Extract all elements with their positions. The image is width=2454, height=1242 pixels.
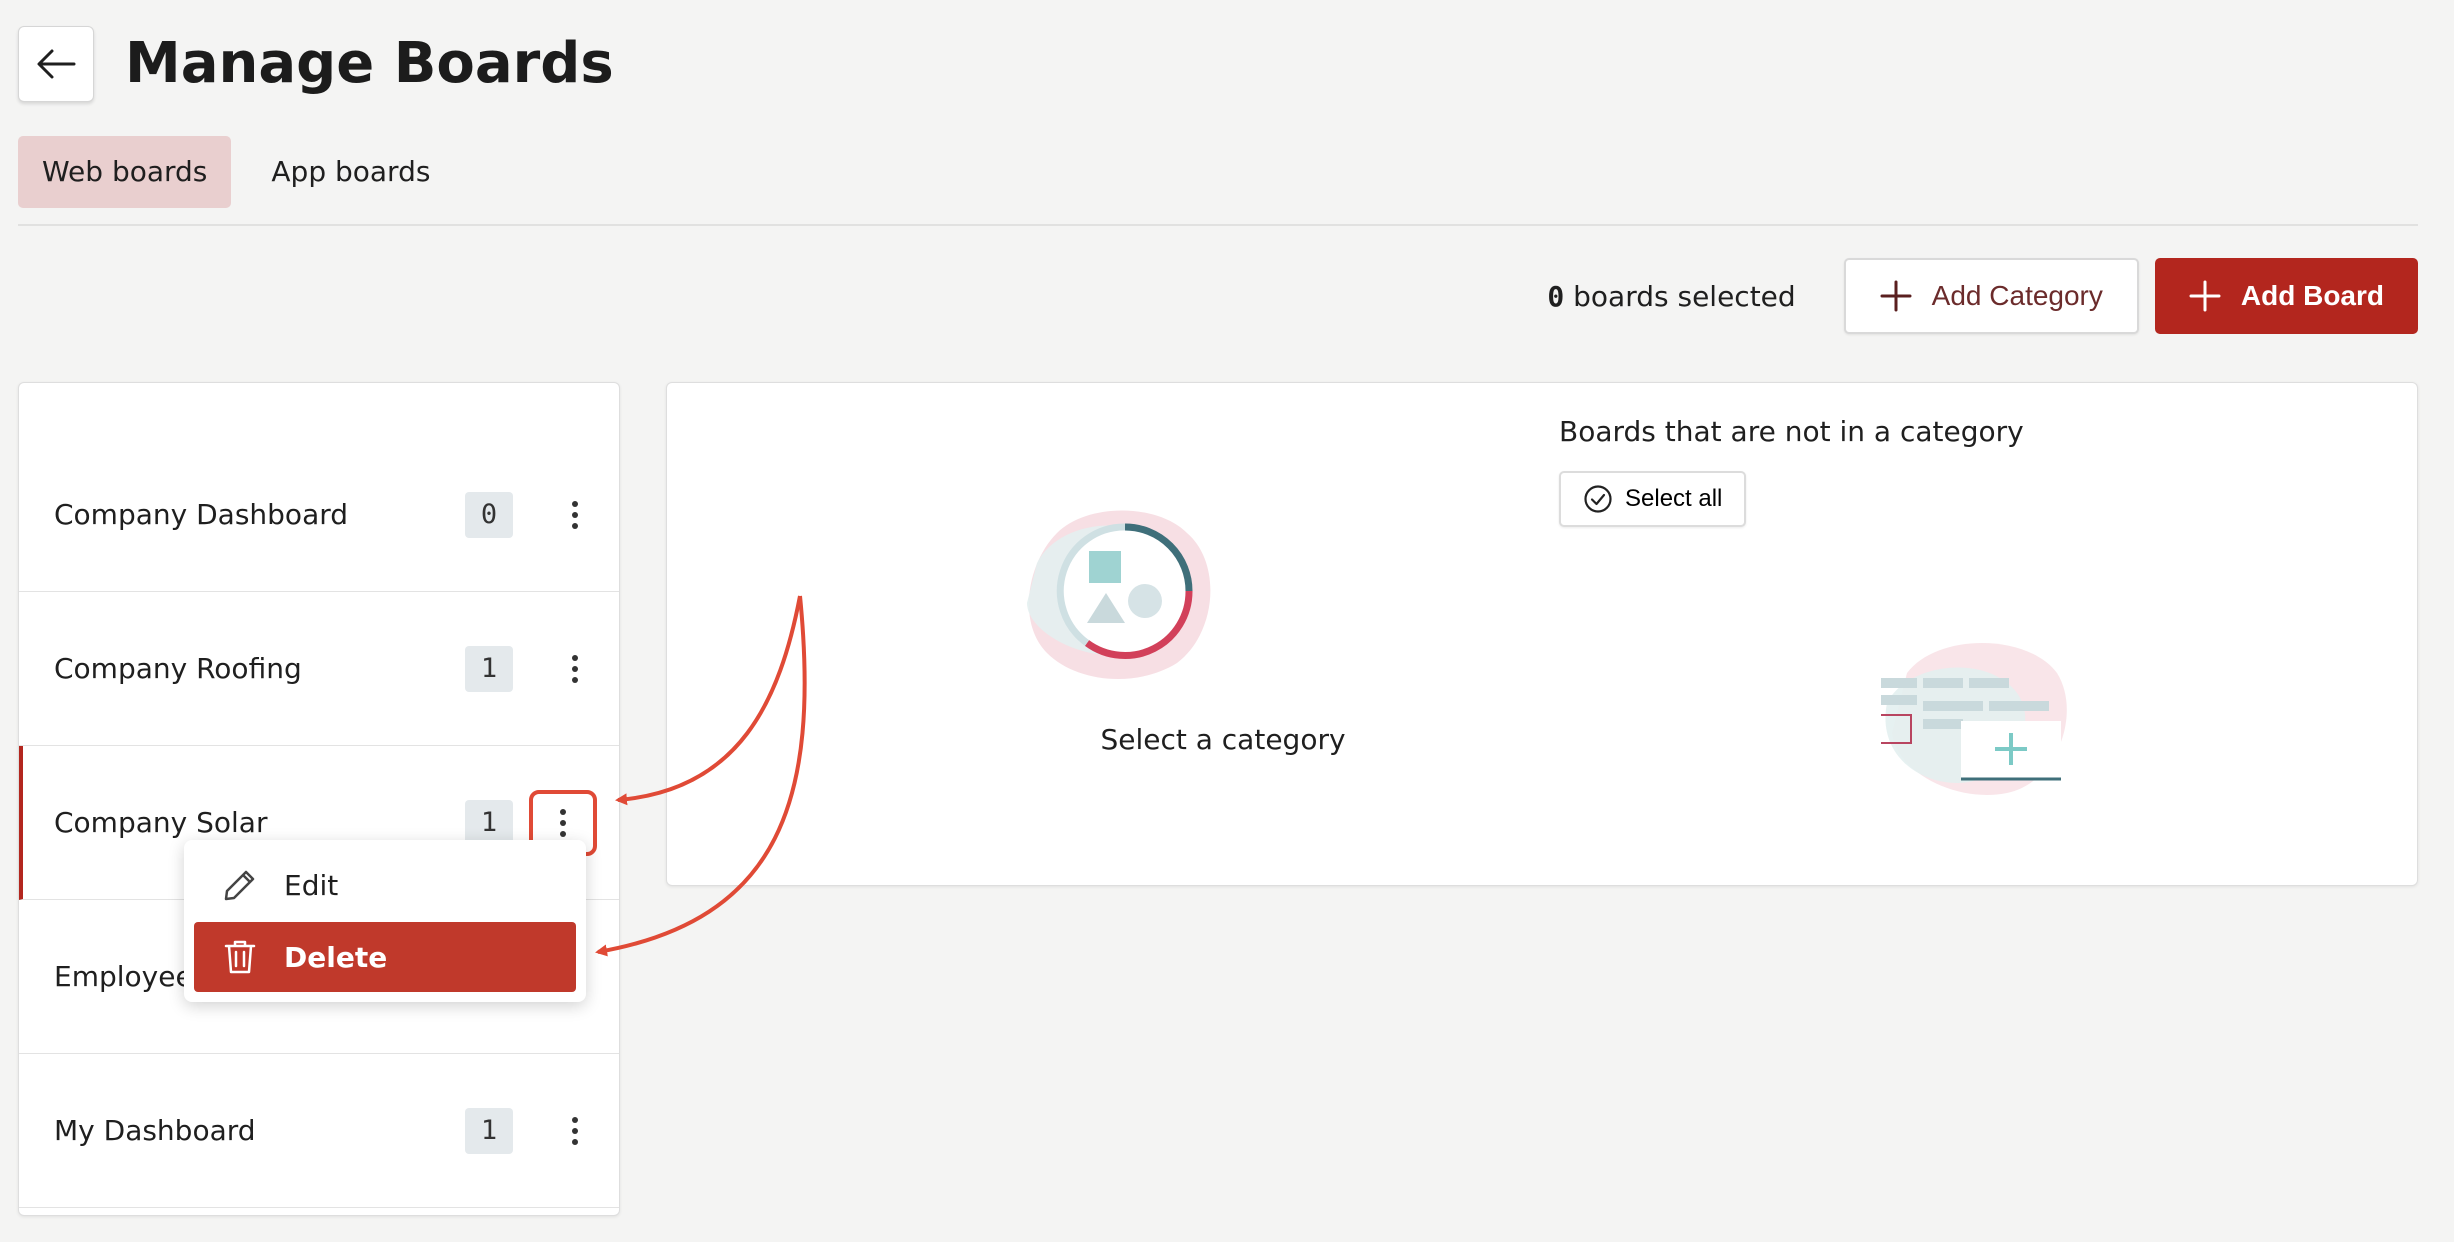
category-name: Company Solar — [54, 806, 268, 839]
category-row[interactable]: My Dashboard 1 — [19, 1054, 619, 1208]
add-board-button[interactable]: Add Board — [2154, 258, 2418, 334]
tab-app-boards[interactable]: App boards — [247, 136, 454, 208]
more-vertical-icon — [572, 1116, 578, 1145]
arrow-left-icon — [37, 49, 76, 79]
menu-item-edit-label: Edit — [284, 868, 339, 902]
category-name: Company Dashboard — [54, 498, 349, 531]
uncategorized-title: Boards that are not in a category — [1559, 415, 2024, 448]
category-count-badge: 1 — [465, 645, 513, 692]
category-list: Company Dashboard 0 Company Roofing 1 Co… — [18, 382, 620, 1216]
plus-icon — [1880, 280, 1912, 312]
back-button[interactable] — [18, 26, 94, 102]
add-board-label: Add Board — [2240, 280, 2384, 311]
plus-icon — [2189, 280, 2221, 312]
more-vertical-icon — [560, 808, 566, 837]
more-vertical-icon — [572, 654, 578, 683]
menu-item-delete-label: Delete — [284, 940, 388, 974]
category-more-button[interactable] — [549, 1098, 601, 1164]
category-actions-menu: Edit Delete — [184, 840, 586, 1002]
tabs-divider — [18, 224, 2418, 226]
category-name: Employee — [54, 960, 193, 993]
selected-count-suffix: boards selected — [1564, 279, 1796, 313]
category-count-badge: 1 — [465, 799, 513, 846]
page-title: Manage Boards — [125, 31, 614, 96]
category-name: My Dashboard — [54, 1114, 256, 1147]
category-count-badge: 1 — [465, 1107, 513, 1154]
pencil-icon — [216, 867, 264, 903]
category-illustration-icon — [1027, 510, 1211, 680]
category-name: Company Roofing — [54, 652, 302, 685]
boards-panel: Select a category Boards that are not in… — [666, 382, 2418, 886]
menu-item-edit[interactable]: Edit — [194, 850, 576, 920]
trash-icon — [216, 938, 264, 976]
board-tabs: Web boards App boards — [18, 136, 454, 208]
add-category-button[interactable]: Add Category — [1843, 258, 2139, 334]
add-category-label: Add Category — [1931, 280, 2103, 311]
select-all-label: Select all — [1625, 485, 1723, 512]
selected-count-number: 0 — [1547, 279, 1565, 313]
boards-selected-count: 0 boards selected — [1547, 280, 1795, 313]
select-all-button[interactable]: Select all — [1559, 471, 1747, 527]
category-row[interactable]: Company Roofing 1 — [19, 592, 619, 746]
boards-empty-illustration-icon — [1881, 643, 2067, 795]
category-count-badge: 0 — [465, 491, 513, 538]
check-circle-icon — [1584, 485, 1612, 513]
category-more-button[interactable] — [549, 636, 601, 702]
tab-web-boards[interactable]: Web boards — [18, 136, 232, 208]
select-category-label: Select a category — [1100, 723, 1346, 756]
toolbar: 0 boards selected Add Category Add Board — [1547, 258, 2418, 334]
category-more-button[interactable] — [549, 482, 601, 548]
menu-item-delete[interactable]: Delete — [194, 922, 576, 992]
more-vertical-icon — [572, 500, 578, 529]
category-row[interactable]: Company Dashboard 0 — [19, 438, 619, 592]
